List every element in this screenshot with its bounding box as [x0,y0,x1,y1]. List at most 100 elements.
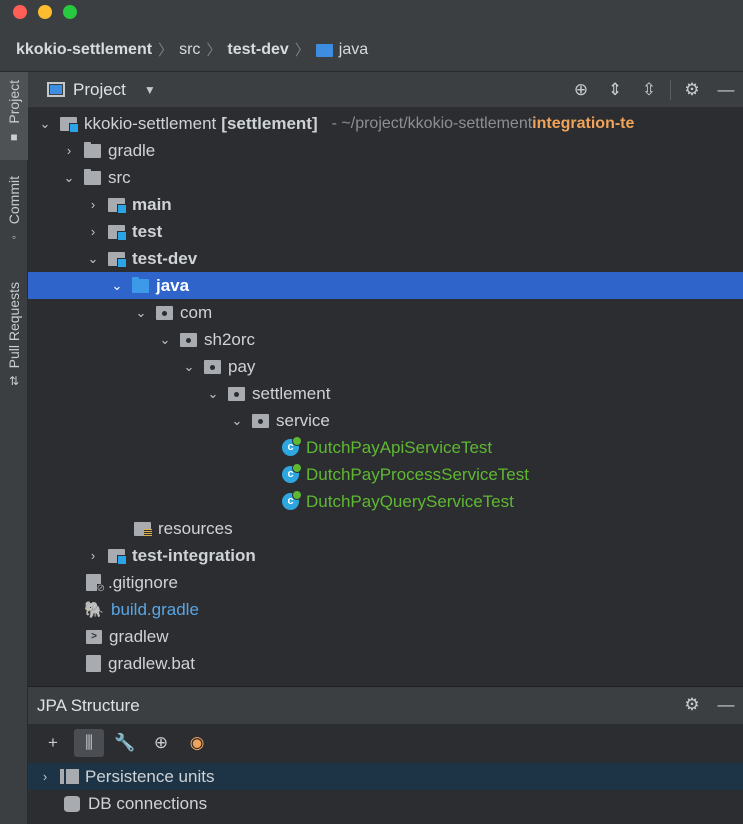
folder-icon: ■ [10,129,18,144]
ignore-file-icon [86,574,106,594]
tab-pull-requests[interactable]: Pull Requests ⇅ [0,282,28,412]
tree-item-test-integration[interactable]: › test-integration [28,542,743,569]
minimize-icon[interactable]: — [709,80,743,100]
folder-icon [84,141,101,158]
chevron-down-icon[interactable]: ⌄ [182,359,196,375]
tree-item-path: - ~/project/kkokio-settlement [331,114,533,132]
locate-icon[interactable]: ⊕ [146,729,176,757]
tree-item-label: DutchPayApiServiceTest [306,437,493,457]
zoom-window-button[interactable] [63,5,77,19]
tree-item-label: build.gradle [111,599,199,619]
chevron-right-icon[interactable]: › [38,769,52,784]
folder-icon [315,44,333,57]
tree-item-src[interactable]: ⌄ src [28,164,743,191]
chevron-right-icon: 〉 [294,42,310,59]
tree-item-label: pay [228,356,256,376]
chevron-down-icon[interactable]: ⌄ [110,278,124,294]
breadcrumb-src[interactable]: src [179,41,200,59]
chevron-right-icon[interactable]: › [86,197,100,212]
jpa-panel-header: JPA Structure ⚙ — [28,686,743,724]
tab-commit[interactable]: Commit ◦ [0,176,28,266]
tree-item-root[interactable]: ⌄ kkokio-settlement [settlement] - ~/pro… [28,110,743,137]
gear-icon[interactable]: ⚙ [675,80,709,100]
tree-item-settlement[interactable]: ⌄ settlement [28,380,743,407]
chevron-down-icon[interactable]: ⌄ [158,332,172,348]
terminal-icon: > [86,629,102,644]
tree-item-test-dev[interactable]: ⌄ test-dev [28,245,743,272]
minimize-window-button[interactable] [38,5,52,19]
tree-item-pay[interactable]: ⌄ pay [28,353,743,380]
chevron-right-icon[interactable]: › [86,224,100,239]
chevron-down-icon[interactable]: ⌄ [230,413,244,429]
tree-item-gradlew[interactable]: › > gradlew [28,623,743,650]
tree-item-label: service [276,410,330,430]
toolbar-divider [670,80,671,100]
test-class-icon: c [282,490,302,510]
expand-all-icon[interactable]: ⇕ [598,80,632,100]
chevron-down-icon[interactable]: ⌄ [134,305,148,321]
folder-icon [84,168,101,185]
tree-item-test[interactable]: › test [28,218,743,245]
tree-item-test-class[interactable]: › c DutchPayProcessServiceTest [28,461,743,488]
wrench-icon[interactable]: 🔧 [110,729,140,757]
test-class-icon: c [282,463,302,483]
tree-item-label: test [132,221,163,241]
tree-item-service[interactable]: ⌄ service [28,407,743,434]
project-tree: ⌄ kkokio-settlement [settlement] - ~/pro… [28,108,743,686]
tree-item-com[interactable]: ⌄ com [28,299,743,326]
tree-item-label: main [132,194,172,214]
minimize-icon[interactable]: — [709,695,743,715]
tree-item-test-class[interactable]: › c DutchPayApiServiceTest [28,434,743,461]
chevron-right-icon[interactable]: › [86,548,100,563]
database-icon [64,795,80,812]
resources-folder-icon [134,521,152,536]
chevron-down-icon[interactable]: ⌄ [86,251,100,267]
tree-item-gradlew-bat[interactable]: › gradlew.bat [28,650,743,677]
chevron-down-icon[interactable]: ⌄ [206,386,220,402]
tree-item-label: java [156,275,190,295]
tree-item-main[interactable]: › main [28,191,743,218]
jpa-item-persistence-units[interactable]: › Persistence units [28,763,743,790]
tree-item-label: settlement [252,383,331,403]
package-icon [228,386,245,401]
tree-item-build-gradle[interactable]: › 🐘 build.gradle [28,596,743,623]
chevron-down-icon[interactable]: ⌄ [62,170,76,186]
library-icon[interactable]: ⫼ [74,729,104,757]
module-folder-icon [108,548,127,565]
tree-item-label: kkokio-settlement [84,113,217,133]
tree-item-label: src [108,167,131,187]
tree-item-label: com [180,302,213,322]
tree-item-label: gradlew.bat [108,653,195,673]
persistence-units-icon [60,769,79,784]
project-view-icon [47,82,65,97]
breadcrumb-project[interactable]: kkokio-settlement [16,41,152,59]
module-folder-icon [108,251,127,268]
breadcrumb-test-dev[interactable]: test-dev [227,41,288,59]
chevron-right-icon[interactable]: › [62,143,76,158]
tree-item-label: resources [158,518,233,538]
breadcrumb-java[interactable]: java [339,41,368,59]
collapse-all-icon[interactable]: ⇳ [632,80,666,100]
tree-item-test-class[interactable]: › c DutchPayQueryServiceTest [28,488,743,515]
tree-item-sh2orc[interactable]: ⌄ sh2orc [28,326,743,353]
tree-item-module: [settlement] [221,113,318,133]
tree-item-gitignore[interactable]: › .gitignore [28,569,743,596]
locate-icon[interactable]: ⊕ [564,80,598,100]
package-icon [252,413,269,428]
preview-icon[interactable]: ◉ [182,729,212,757]
tree-item-resources[interactable]: › resources [28,515,743,542]
tree-item-java[interactable]: ⌄ java [28,272,743,299]
jpa-item-label: Persistence units [85,766,215,786]
tree-item-label: sh2orc [204,329,256,349]
jpa-item-label: DB connections [88,793,208,813]
tree-item-gradle[interactable]: › gradle [28,137,743,164]
tab-project[interactable]: Project ■ [0,72,28,160]
chevron-down-icon[interactable]: ⌄ [38,116,52,132]
close-window-button[interactable] [13,5,27,19]
add-icon[interactable]: + [38,729,68,757]
gear-icon[interactable]: ⚙ [675,695,709,715]
jpa-item-db-connections[interactable]: DB connections [28,790,743,817]
chevron-down-icon[interactable]: ▼ [144,83,156,97]
project-panel-header: Project ▼ ⊕ ⇕ ⇳ ⚙ — [28,72,743,108]
project-view-selector[interactable]: Project [73,80,126,100]
